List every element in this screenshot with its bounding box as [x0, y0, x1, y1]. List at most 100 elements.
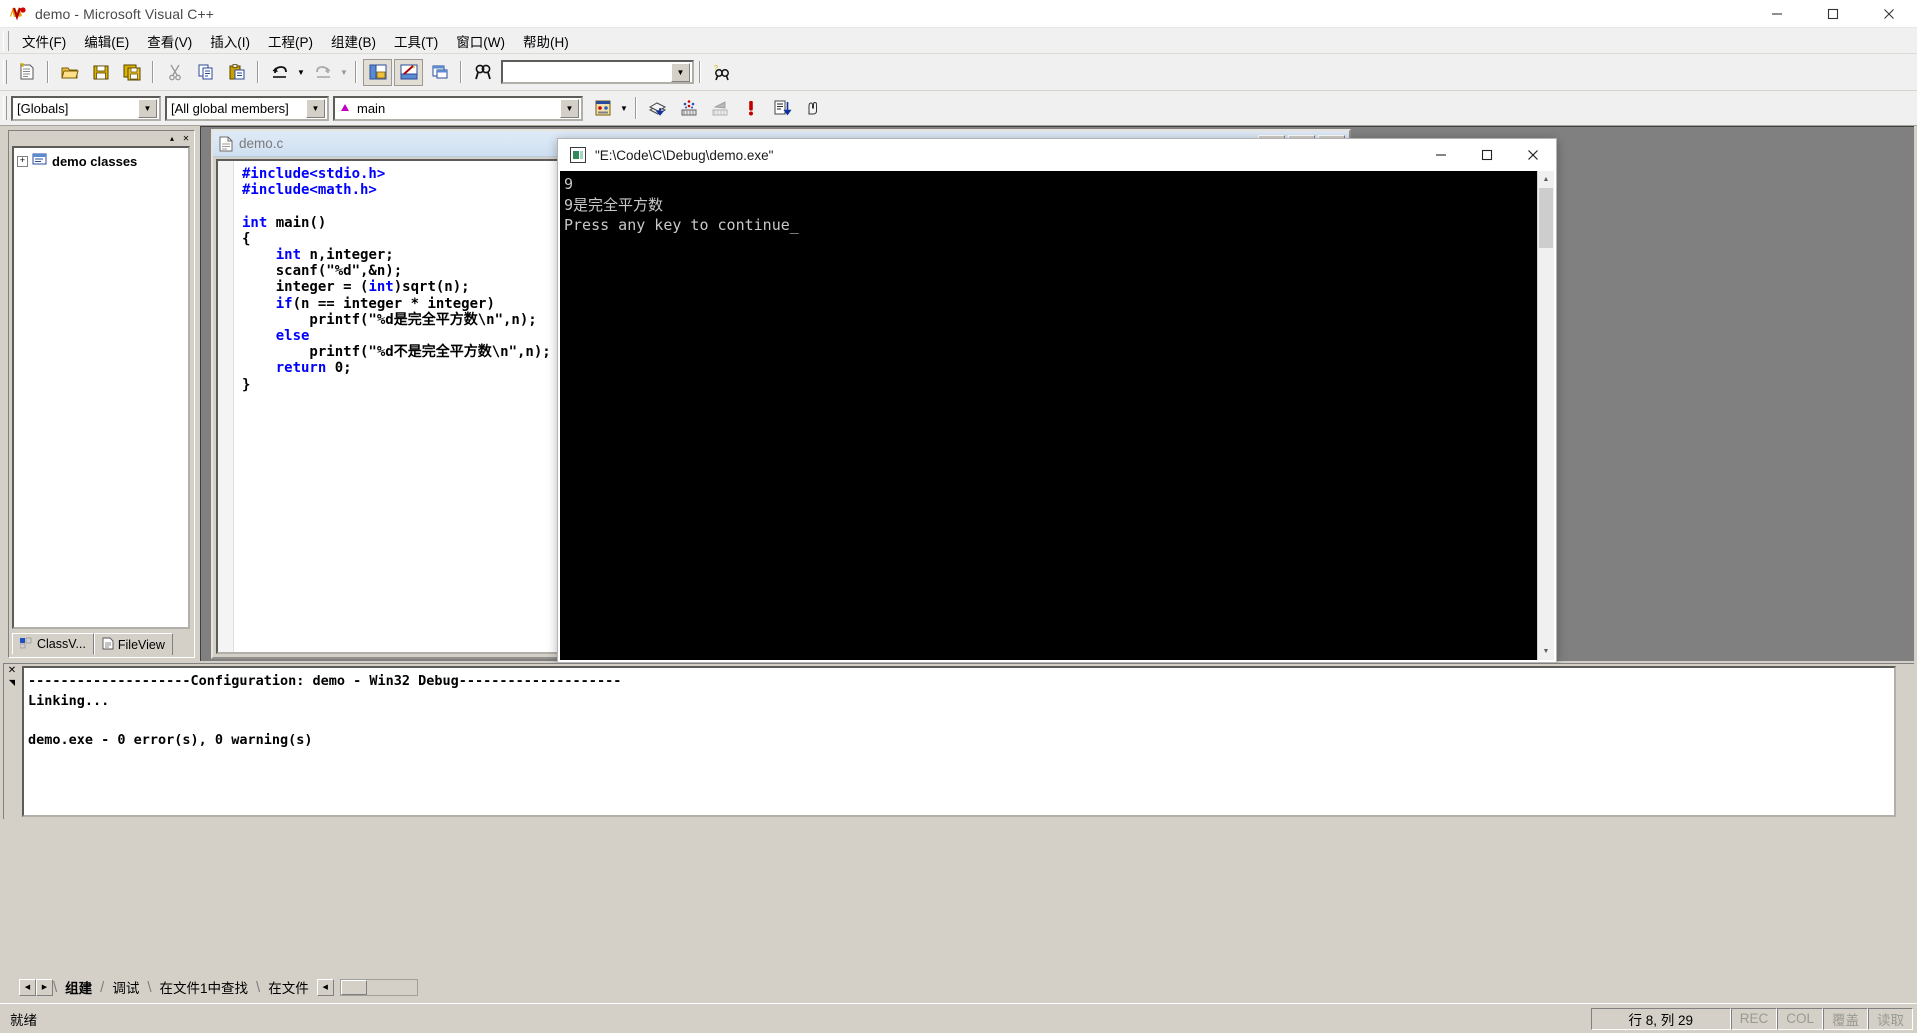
window-list-icon[interactable] — [425, 59, 454, 86]
console-maximize-button[interactable] — [1464, 139, 1510, 171]
workspace-pane: ▴ ✕ + demo classes ClassV... FileView — [8, 130, 195, 658]
console-body[interactable]: 9 9是完全平方数 Press any key to continue_ ▲ ▼ — [560, 171, 1554, 660]
toolbar-separator — [152, 61, 154, 83]
tab-fileview[interactable]: FileView — [93, 633, 173, 655]
menu-build[interactable]: 组建(B) — [322, 28, 385, 54]
output-build-text: --------------------Configuration: demo … — [22, 666, 1896, 817]
workspace-restore-button[interactable]: ▴ — [166, 132, 178, 144]
console-scroll-up-icon[interactable]: ▲ — [1538, 171, 1554, 188]
symbol-combobox[interactable]: main ▼ — [333, 95, 583, 121]
insert-breakpoint-icon[interactable] — [798, 95, 827, 122]
open-folder-icon[interactable] — [55, 59, 84, 86]
maximize-button[interactable] — [1805, 0, 1861, 28]
console-scrollbar[interactable]: ▲ ▼ — [1537, 171, 1554, 660]
classview-tree[interactable]: + demo classes — [12, 146, 190, 629]
find-dropdown-arrow[interactable]: ▼ — [671, 62, 690, 82]
tree-expander-icon[interactable]: + — [17, 156, 28, 167]
console-window: "E:\Code\C\Debug\demo.exe" 9 9是完全平方数 Pre… — [557, 138, 1557, 663]
members-combobox[interactable]: [All global members] ▼ — [165, 95, 329, 121]
undo-icon[interactable] — [265, 59, 294, 86]
status-bar: 就绪 行 8, 列 29 REC COL 覆盖 读取 — [0, 1003, 1917, 1033]
output-scroll-up-icon[interactable]: ◥ — [9, 678, 15, 687]
find-help-icon[interactable]: ? — [707, 59, 736, 86]
output-tabs-hscrollbar[interactable] — [339, 978, 418, 996]
redo-icon[interactable] — [308, 59, 337, 86]
workspace-close-button[interactable]: ✕ — [180, 132, 192, 144]
wizardbar-grip[interactable] — [3, 96, 7, 120]
tree-item-label: demo classes — [52, 154, 138, 169]
vc6-main-window: demo - Microsoft Visual C++ 文件(F) 编辑(E) … — [0, 0, 1917, 1033]
console-close-button[interactable] — [1510, 139, 1556, 171]
output-tab-find-in-files-1[interactable]: 在文件1中查找 — [152, 977, 257, 997]
minimize-button[interactable] — [1749, 0, 1805, 28]
symbol-dropdown-arrow[interactable]: ▼ — [560, 98, 579, 118]
output-pane-side: ✕ ◥ — [4, 664, 20, 819]
go-icon[interactable] — [767, 95, 796, 122]
output-tabs-next-button[interactable]: ▶ — [36, 978, 53, 996]
globals-dropdown-arrow[interactable]: ▼ — [138, 98, 157, 118]
new-text-file-icon[interactable] — [12, 59, 41, 86]
cut-icon[interactable] — [160, 59, 189, 86]
toolbar-grip[interactable] — [3, 60, 7, 84]
output-tab-build[interactable]: 组建 — [57, 977, 100, 997]
members-dropdown-arrow[interactable]: ▼ — [306, 98, 325, 118]
undo-dropdown-arrow[interactable]: ▼ — [295, 59, 307, 86]
output-tab-find-in-files-2[interactable]: 在文件 — [260, 977, 317, 997]
wizardbar-actions-icon[interactable] — [588, 95, 617, 122]
console-minimize-button[interactable] — [1418, 139, 1464, 171]
vcpp-logo-icon — [8, 4, 28, 24]
copy-icon[interactable] — [191, 59, 220, 86]
compile-icon[interactable] — [643, 95, 672, 122]
stop-build-icon[interactable] — [705, 95, 734, 122]
workspace-icon[interactable] — [363, 58, 392, 86]
wizardbar-dropdown-arrow[interactable]: ▼ — [618, 95, 630, 122]
console-title-text: "E:\Code\C\Debug\demo.exe" — [595, 147, 774, 163]
console-app-icon — [570, 147, 586, 163]
output-tabs-scroll-left[interactable]: ◀ — [316, 978, 334, 996]
symbol-combo-value: main — [357, 100, 386, 116]
window-controls — [1749, 0, 1917, 28]
menu-edit[interactable]: 编辑(E) — [75, 28, 138, 54]
toolbar-separator — [635, 97, 637, 119]
status-message: 就绪 — [10, 1012, 37, 1028]
build-icon[interactable] — [674, 95, 703, 122]
save-icon[interactable] — [86, 59, 115, 86]
close-button[interactable] — [1861, 0, 1917, 28]
editor-gutter — [218, 161, 234, 652]
output-vertical-scrollbar[interactable] — [1897, 664, 1914, 819]
menu-window[interactable]: 窗口(W) — [447, 28, 514, 54]
save-all-icon[interactable] — [117, 59, 146, 86]
tree-item-demo-classes[interactable]: + demo classes — [14, 148, 188, 175]
output-tabs-prev-button[interactable]: ◀ — [19, 978, 36, 996]
output-close-button[interactable]: ✕ — [8, 666, 16, 676]
redo-dropdown-arrow[interactable]: ▼ — [338, 59, 350, 86]
menu-insert[interactable]: 插入(I) — [201, 28, 259, 54]
menu-tools[interactable]: 工具(T) — [385, 28, 447, 54]
find-combobox[interactable]: ▼ — [501, 60, 694, 84]
menu-help[interactable]: 帮助(H) — [514, 28, 578, 54]
menu-file[interactable]: 文件(F) — [13, 28, 75, 54]
menu-project[interactable]: 工程(P) — [259, 28, 322, 54]
output-tabs-hscroll-thumb[interactable] — [340, 979, 367, 995]
execute-icon[interactable] — [736, 95, 765, 122]
output-icon[interactable] — [394, 58, 423, 86]
output-tab-debug[interactable]: 调试 — [104, 977, 147, 997]
console-scroll-track[interactable] — [1538, 188, 1554, 643]
status-col-indicator: COL — [1777, 1007, 1823, 1030]
member-function-icon — [339, 102, 353, 114]
globals-combobox[interactable]: [Globals] ▼ — [11, 95, 161, 121]
window-titlebar: demo - Microsoft Visual C++ — [0, 0, 1917, 28]
menubar-grip[interactable] — [3, 30, 9, 51]
console-scroll-down-icon[interactable]: ▼ — [1538, 643, 1554, 660]
console-scroll-thumb[interactable] — [1539, 188, 1553, 248]
tab-classview[interactable]: ClassV... — [12, 633, 94, 655]
standard-toolbar: ▼ ▼ ▼ ? — [0, 54, 1917, 91]
editor-document-title: demo.c — [239, 136, 284, 151]
menu-view[interactable]: 查看(V) — [138, 28, 201, 54]
fileview-icon — [102, 637, 114, 653]
toolbar-separator — [47, 61, 49, 83]
find-in-files-icon[interactable] — [468, 59, 497, 86]
paste-icon[interactable] — [222, 59, 251, 86]
workspace-pane-titlebar: ▴ ✕ — [9, 131, 194, 145]
toolbar-separator — [257, 61, 259, 83]
